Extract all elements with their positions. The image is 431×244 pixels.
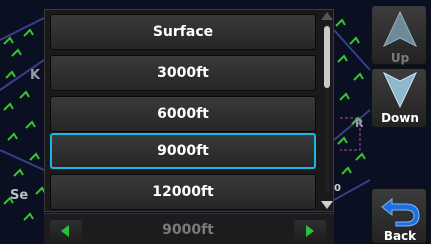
back-arrow-icon [381, 197, 420, 227]
altitude-option-surface[interactable]: Surface [50, 14, 316, 50]
up-button-label: Up [390, 51, 410, 65]
map-label-se: Se [10, 188, 29, 203]
altitude-option-3000[interactable]: 3000ft [50, 55, 316, 91]
knob-bar: 9000ft [44, 213, 334, 244]
scroll-up-arrow-icon[interactable] [321, 12, 333, 20]
scroll-thumb[interactable] [324, 26, 330, 88]
scroll-down-arrow-icon[interactable] [321, 201, 333, 209]
down-arrow-icon [382, 71, 418, 109]
back-button[interactable]: Back [371, 188, 427, 244]
down-button-label: Down [381, 111, 419, 125]
altitude-option-6000[interactable]: 6000ft [50, 96, 316, 132]
left-arrow-icon [61, 225, 69, 237]
map-label-r: R [355, 117, 364, 130]
altitude-list-panel: Surface 3000ft 6000ft 9000ft 12000ft [44, 9, 334, 212]
down-button[interactable]: Down [371, 68, 427, 128]
altitude-option-12000[interactable]: 12000ft [50, 174, 316, 210]
altitude-option-9000[interactable]: 9000ft [50, 133, 316, 169]
map-label-k: K [30, 68, 41, 83]
right-arrow-icon [306, 225, 314, 237]
knob-increment-button[interactable] [294, 220, 326, 242]
map-label-zero: 0 [334, 183, 341, 194]
knob-decrement-button[interactable] [50, 220, 82, 242]
list-scrollbar[interactable] [321, 12, 333, 210]
up-arrow-icon [382, 10, 418, 48]
knob-current-value: 9000ft [162, 221, 214, 238]
up-button[interactable]: Up [371, 5, 427, 65]
back-button-label: Back [383, 229, 417, 243]
